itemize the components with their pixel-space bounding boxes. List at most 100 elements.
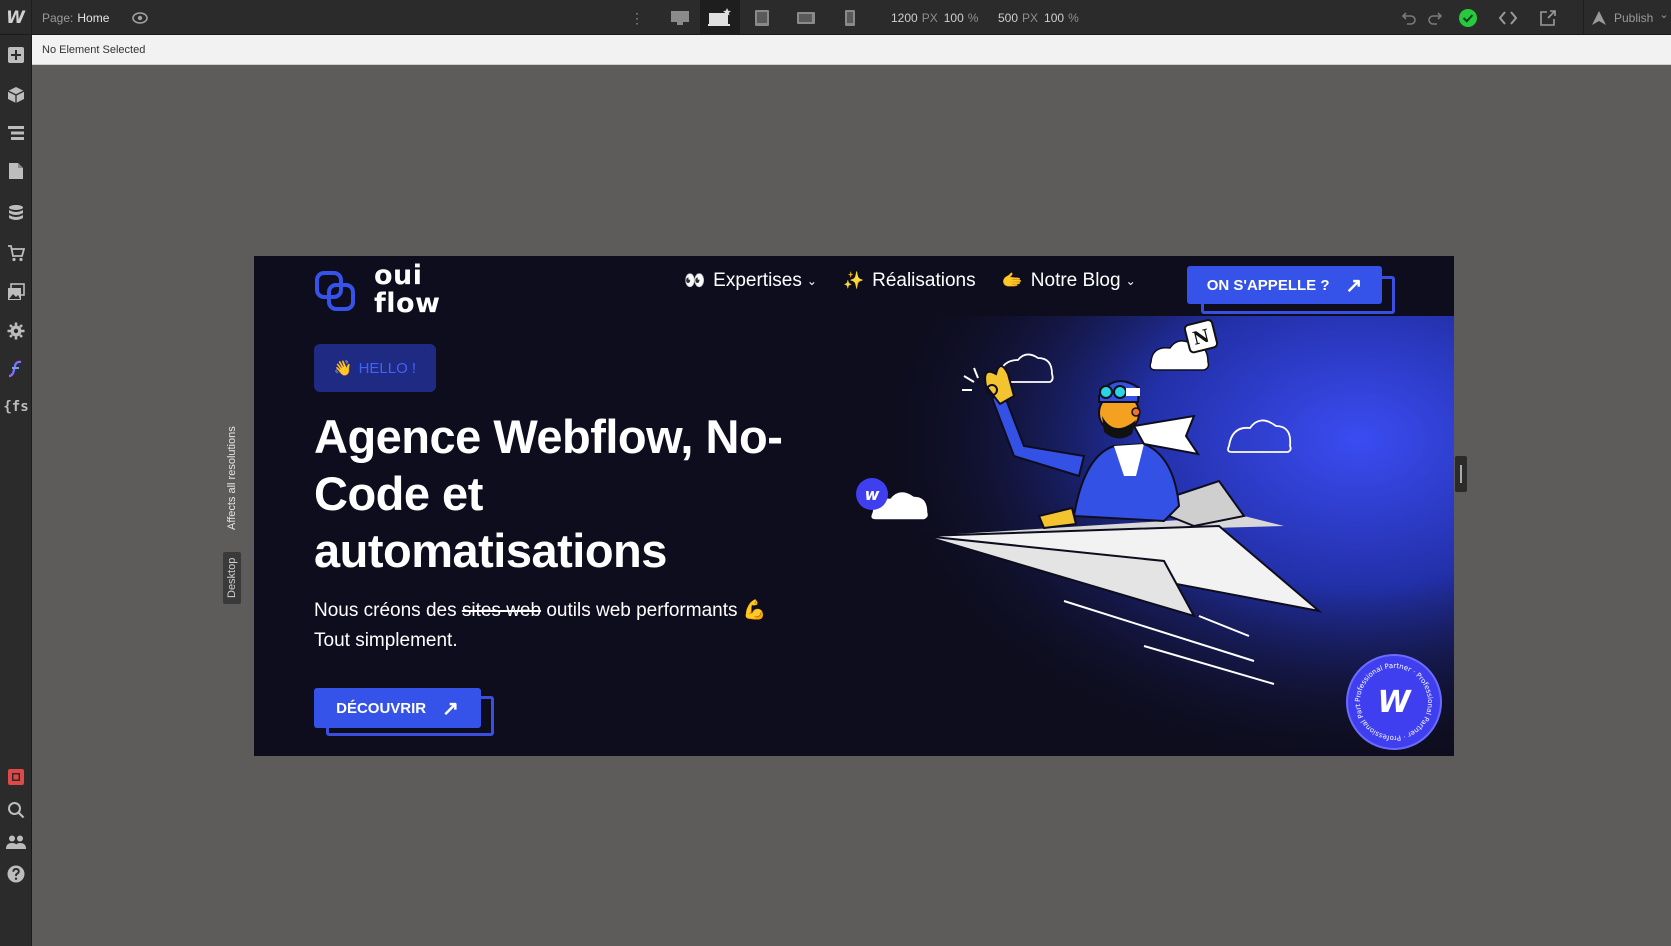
sparkles-icon: ✨ bbox=[842, 271, 865, 290]
ouiflow-wordmark: oui flow bbox=[374, 262, 441, 318]
canvas-height-unit: PX bbox=[1022, 11, 1039, 25]
search-icon bbox=[8, 802, 25, 819]
canvas-width-zoom-unit: % bbox=[967, 11, 979, 25]
settings-button[interactable] bbox=[0, 315, 32, 347]
webflow-badge-icon: w bbox=[856, 478, 888, 510]
notion-icon: N bbox=[1183, 319, 1219, 354]
discover-label: DÉCOUVRIR bbox=[336, 699, 427, 717]
canvas-height-zoom: 100 bbox=[1044, 11, 1065, 25]
add-panel-button[interactable] bbox=[0, 39, 32, 71]
record-icon bbox=[8, 769, 24, 785]
subtitle-start: Nous créons des bbox=[314, 600, 462, 621]
call-cta-button[interactable]: ON S'APPELLE ? ↗ bbox=[1187, 266, 1382, 304]
assets-button[interactable] bbox=[0, 276, 32, 308]
subtitle-rest: outils web performants bbox=[541, 600, 743, 621]
pages-button[interactable] bbox=[0, 155, 32, 187]
nav-item-expertises[interactable]: 👀 Expertises ⌄ bbox=[684, 270, 817, 292]
pages-icon bbox=[9, 163, 23, 179]
cta-label: ON S'APPELLE ? bbox=[1206, 276, 1330, 294]
cms-icon bbox=[9, 205, 23, 220]
fs-icon[interactable]: {fs bbox=[0, 391, 32, 423]
webflow-logo-icon: W bbox=[6, 7, 25, 28]
navigator-icon bbox=[8, 126, 24, 140]
settings-icon bbox=[7, 322, 25, 340]
wave-icon: 👋 bbox=[333, 360, 353, 377]
export-icon[interactable] bbox=[1538, 8, 1558, 28]
nav-item-label: Notre Blog bbox=[1030, 270, 1121, 291]
breakpoint-tablet-button[interactable] bbox=[742, 4, 782, 31]
preview-eye-icon[interactable] bbox=[131, 9, 149, 27]
help-button[interactable] bbox=[0, 858, 32, 890]
hand-icon: 🫱 bbox=[1001, 271, 1023, 290]
muscle-icon: 💪 bbox=[742, 600, 767, 621]
top-toolbar: W Page:Home ⋮ 1200PX100% 500PX100% bbox=[0, 0, 1671, 35]
collaborators-button[interactable] bbox=[0, 826, 32, 858]
logo-line-1: oui bbox=[374, 260, 423, 291]
more-options-icon[interactable]: ⋮ bbox=[630, 9, 644, 27]
breakpoint-base-button[interactable] bbox=[700, 0, 740, 35]
search-button[interactable] bbox=[0, 794, 32, 826]
finsweet-icon bbox=[8, 360, 22, 378]
page-label: Page: bbox=[42, 11, 74, 25]
finsweet-button[interactable] bbox=[0, 353, 32, 385]
logo-line-2: flow bbox=[374, 288, 441, 319]
navigator-button[interactable] bbox=[0, 117, 32, 149]
partner-ring: Professional Partner · Professional Part… bbox=[1346, 650, 1434, 742]
users-icon bbox=[6, 835, 26, 849]
check-circle-icon[interactable] bbox=[1458, 8, 1478, 28]
site-nav: 👀 Expertises ⌄ ✨ Réalisations 🫱 Notre Bl… bbox=[684, 270, 1162, 292]
page-name: Home bbox=[77, 11, 110, 25]
breakpoint-desktop-button[interactable] bbox=[660, 4, 700, 31]
nav-item-realisations[interactable]: ✨ Réalisations bbox=[843, 270, 976, 292]
canvas-width-value: 1200 bbox=[891, 11, 918, 25]
site-canvas[interactable]: N w oui flow 👀 Expertises ⌄ ✨ Réalisatio… bbox=[254, 256, 1454, 756]
nav-item-label: Réalisations bbox=[872, 270, 976, 291]
canvas-resize-handle[interactable] bbox=[1455, 456, 1467, 492]
subtitle-line-2: Tout simplement. bbox=[314, 630, 458, 651]
discover-button[interactable]: DÉCOUVRIR ↗ bbox=[314, 688, 481, 728]
desktop-breakpoint-tag[interactable]: Desktop bbox=[223, 551, 241, 604]
box-icon bbox=[7, 87, 25, 103]
webflow-logo-button[interactable]: W bbox=[0, 0, 32, 35]
call-cta: ON S'APPELLE ? ↗ bbox=[1187, 266, 1397, 314]
chevron-down-icon: ⌄ bbox=[806, 274, 817, 288]
symbols-button[interactable] bbox=[0, 79, 32, 111]
ouiflow-logo[interactable]: oui flow bbox=[314, 260, 454, 318]
webflow-partner-badge[interactable]: Professional Partner · Professional Part… bbox=[1346, 650, 1442, 750]
publish-button[interactable]: Publish ⌄ bbox=[1583, 0, 1669, 35]
canvas-height-readout[interactable]: 500 PX 100% bbox=[998, 11, 1085, 25]
add-icon bbox=[8, 47, 24, 63]
canvas-width-readout[interactable]: 1200 PX 100% bbox=[891, 11, 984, 25]
tablet-icon bbox=[755, 9, 769, 26]
nav-item-blog[interactable]: 🫱 Notre Blog ⌄ bbox=[1002, 270, 1136, 292]
ecommerce-icon bbox=[8, 245, 25, 262]
discover-cta: DÉCOUVRIR ↗ bbox=[314, 688, 494, 736]
svg-text:w: w bbox=[865, 485, 880, 504]
canvas-width-unit: PX bbox=[921, 11, 938, 25]
canvas-height-value: 500 bbox=[998, 11, 1019, 25]
ouiflow-logo-icon bbox=[315, 271, 355, 311]
eyes-icon: 👀 bbox=[684, 271, 706, 290]
code-icon[interactable] bbox=[1498, 8, 1518, 28]
hero-title: Agence Webflow, No-Code et automatisatio… bbox=[314, 410, 783, 577]
breakpoint-landscape-button[interactable] bbox=[786, 4, 826, 31]
rocket-icon bbox=[1592, 10, 1606, 25]
undo-icon[interactable] bbox=[1399, 8, 1419, 28]
webflow-w-icon: W bbox=[1377, 685, 1412, 720]
selection-bar: No Element Selected bbox=[32, 35, 1671, 65]
cms-button[interactable] bbox=[0, 197, 32, 229]
mobile-portrait-icon bbox=[845, 9, 855, 26]
hero-subtitle: Nous créons des sites web outils web per… bbox=[314, 596, 854, 656]
grip-icon bbox=[1460, 465, 1462, 483]
nav-item-label: Expertises bbox=[713, 270, 802, 291]
redo-icon[interactable] bbox=[1425, 8, 1445, 28]
arrow-up-right-icon: ↗ bbox=[442, 697, 459, 720]
page-selector[interactable]: Page: Home bbox=[42, 11, 109, 25]
record-button[interactable] bbox=[0, 761, 32, 793]
assets-icon bbox=[8, 283, 25, 300]
breakpoint-portrait-button[interactable] bbox=[830, 4, 870, 31]
help-icon bbox=[7, 865, 25, 883]
ecommerce-button[interactable] bbox=[0, 237, 32, 269]
chevron-down-icon: ⌄ bbox=[1659, 9, 1669, 21]
publish-label: Publish bbox=[1614, 10, 1654, 25]
